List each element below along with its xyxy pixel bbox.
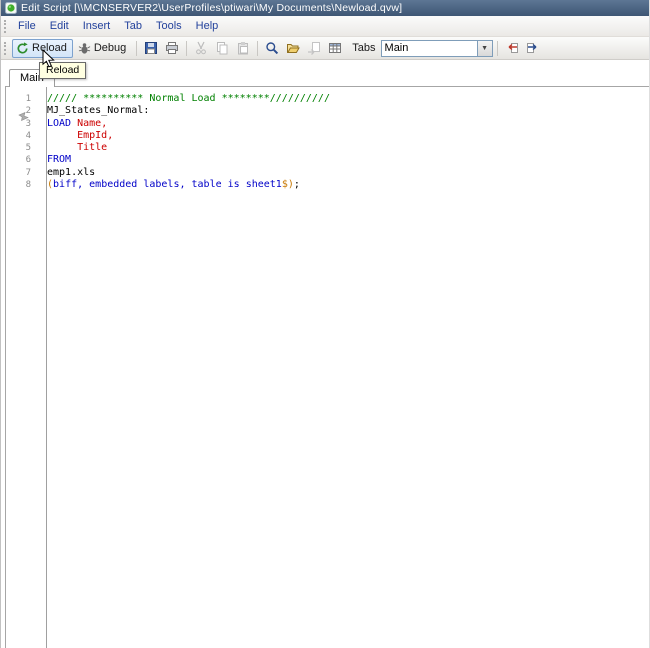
code-text: EmpId, — [47, 129, 114, 141]
menu-tab[interactable]: Tab — [117, 17, 149, 35]
code-text: (biff, embedded labels, table is sheet1$… — [47, 179, 300, 191]
toolbar-separator — [496, 40, 498, 56]
tabs-label: Tabs — [352, 42, 376, 54]
line-number: 6 — [25, 155, 31, 166]
table-viewer-icon — [328, 41, 342, 55]
open-file-button[interactable] — [283, 39, 303, 58]
reload-icon — [16, 41, 29, 55]
code-text: Title — [47, 142, 108, 154]
copy-icon — [215, 41, 229, 55]
code-area[interactable]: 1 ///// ********** Normal Load ********//… — [6, 87, 649, 191]
edit-script-window: Edit Script [\\MCNSERVER2\UserProfiles\p… — [0, 0, 650, 648]
window-title: Edit Script [\\MCNSERVER2\UserProfiles\p… — [21, 2, 403, 14]
menu-tools[interactable]: Tools — [149, 17, 189, 35]
code-line[interactable]: 2 MJ_States_Normal: — [6, 105, 649, 117]
line-number: 7 — [25, 167, 31, 178]
print-button[interactable] — [162, 39, 182, 58]
save-icon — [144, 41, 158, 55]
code-text: MJ_States_Normal: — [47, 105, 150, 117]
paste-icon — [236, 41, 250, 55]
combo-dropdown-icon[interactable]: ▼ — [476, 40, 492, 56]
code-line[interactable]: 6 FROM — [6, 154, 649, 166]
promote-tab-icon — [505, 41, 519, 55]
tab-strip: Main — [1, 60, 649, 87]
toolbar-separator — [186, 40, 188, 56]
line-number: 2 — [25, 106, 31, 117]
menu-insert[interactable]: Insert — [76, 17, 118, 35]
cut-button — [191, 39, 211, 58]
mouse-cursor — [42, 48, 55, 73]
app-icon — [5, 2, 17, 14]
toolbar: Reload Debug Tabs Main ▼ — [1, 37, 649, 60]
code-line[interactable]: 7 emp1.xls — [6, 167, 649, 179]
code-line[interactable]: 3 LOAD Name, — [6, 118, 649, 130]
toolbar-separator — [257, 40, 259, 56]
script-editor[interactable]: 1 ///// ********** Normal Load ********//… — [5, 86, 649, 648]
code-text: emp1.xls — [47, 166, 96, 178]
toolbar-separator — [136, 40, 138, 56]
line-number: 4 — [25, 130, 31, 141]
save-button[interactable] — [141, 39, 161, 58]
menu-help[interactable]: Help — [189, 17, 226, 35]
debug-button[interactable]: Debug — [74, 39, 132, 58]
insert-file-button — [304, 39, 324, 58]
open-folder-icon — [286, 41, 301, 55]
debug-button-label: Debug — [93, 42, 127, 54]
tab-select[interactable]: Main ▼ — [380, 39, 493, 57]
menu-bar: File Edit Insert Tab Tools Help — [1, 16, 649, 37]
debug-icon — [78, 42, 91, 55]
code-text: ///// ********** Normal Load ********///… — [47, 93, 330, 104]
toolbar-grip-handle[interactable] — [4, 41, 8, 55]
menu-edit[interactable]: Edit — [43, 17, 76, 35]
promote-tab-button[interactable] — [502, 39, 522, 58]
code-text: FROM — [47, 154, 72, 166]
code-text: LOAD Name, — [47, 117, 108, 129]
code-line[interactable]: 4 EmpId, — [6, 130, 649, 142]
line-number: 1 — [25, 94, 31, 104]
code-line[interactable]: 8 (biff, embedded labels, table is sheet1… — [6, 179, 649, 191]
line-number: 3 — [25, 118, 31, 129]
line-number: 8 — [25, 180, 31, 191]
tab-select-value: Main — [384, 42, 409, 54]
table-viewer-button[interactable] — [325, 39, 345, 58]
print-icon — [165, 41, 179, 55]
code-line[interactable]: 1 ///// ********** Normal Load ********//… — [6, 93, 649, 105]
demote-tab-button[interactable] — [523, 39, 543, 58]
insert-file-icon — [307, 41, 321, 55]
menu-grip-handle[interactable] — [4, 19, 8, 33]
demote-tab-icon — [526, 41, 540, 55]
find-icon — [265, 41, 279, 55]
menu-file[interactable]: File — [11, 17, 43, 35]
paste-button — [233, 39, 253, 58]
code-line[interactable]: 5 Title — [6, 142, 649, 154]
cut-icon — [194, 41, 208, 55]
find-button[interactable] — [262, 39, 282, 58]
copy-button — [212, 39, 232, 58]
title-bar[interactable]: Edit Script [\\MCNSERVER2\UserProfiles\p… — [1, 0, 649, 16]
line-number: 5 — [25, 143, 31, 154]
